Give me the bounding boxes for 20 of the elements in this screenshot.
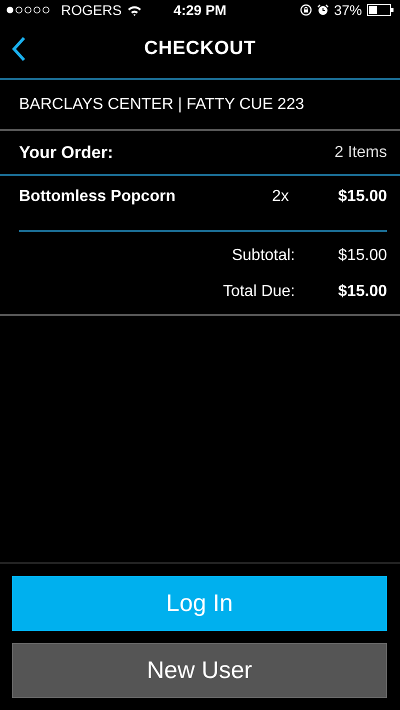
battery-icon [367, 4, 394, 16]
total-label: Subtotal: [232, 247, 295, 265]
rotation-lock-icon [300, 4, 312, 16]
total-value: $15.00 [337, 247, 387, 265]
item-name: Bottomless Popcorn [19, 188, 176, 206]
alarm-icon [316, 4, 329, 16]
carrier-name: ROGERS [61, 2, 122, 18]
item-price: $15.00 [337, 188, 387, 206]
new-user-button[interactable]: New User [12, 643, 387, 698]
wifi-icon [126, 4, 142, 16]
screen-title: CHECKOUT [144, 38, 256, 60]
item-quantity: 2x [272, 188, 290, 206]
venue-name: BARCLAYS CENTER | FATTY CUE 223 [19, 96, 304, 114]
total-label: Total Due: [222, 283, 295, 301]
total-value: $15.00 [337, 283, 387, 301]
battery-percent: 37% [334, 2, 362, 18]
status-time: 4:29 PM [174, 2, 226, 18]
order-heading: Your Order: [19, 142, 114, 162]
item-count: 2 Items [334, 144, 387, 162]
back-icon[interactable] [12, 36, 26, 62]
